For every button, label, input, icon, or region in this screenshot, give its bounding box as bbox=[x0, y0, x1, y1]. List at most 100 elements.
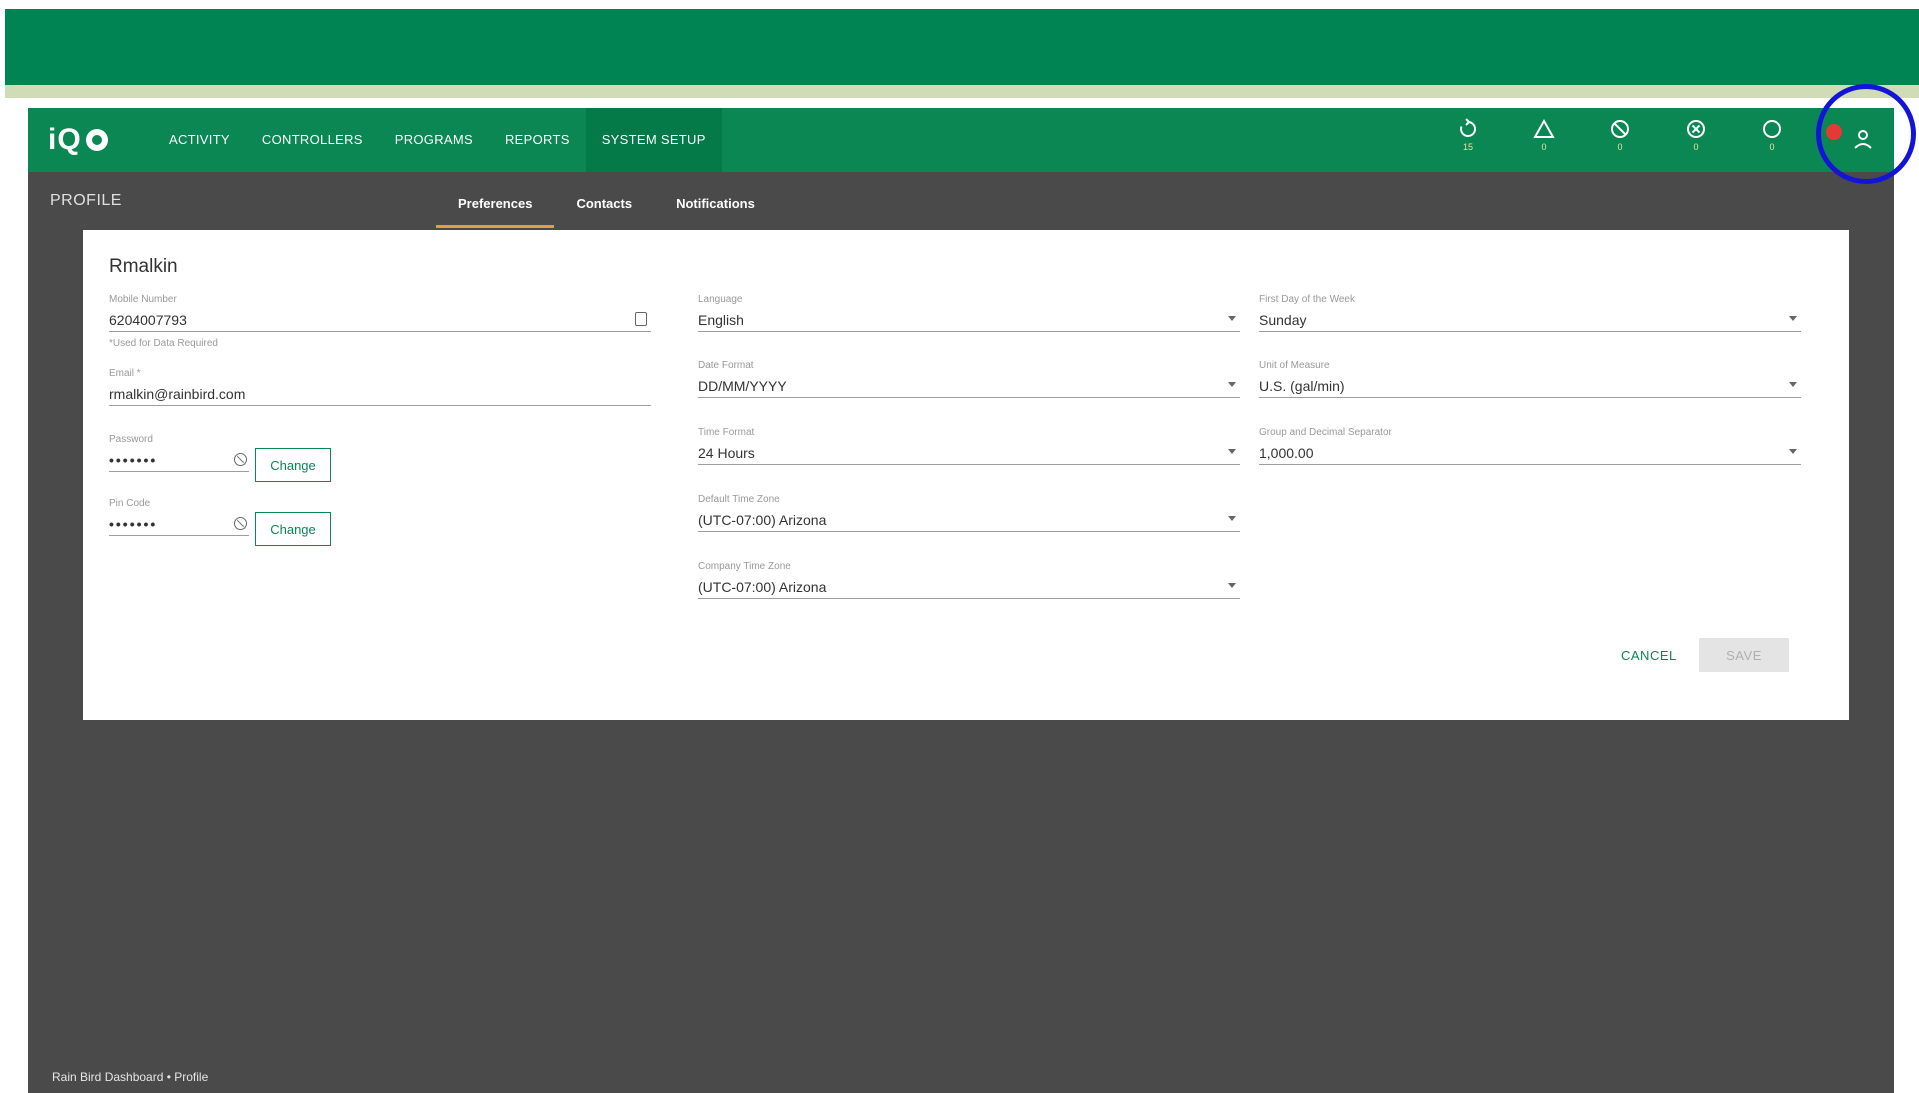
date-format-dropdown[interactable]: DD/MM/YYYY bbox=[698, 374, 1240, 398]
pin-code-value: ••••••• bbox=[109, 516, 158, 532]
email-field[interactable]: Email * rmalkin@rainbird.com bbox=[109, 368, 651, 406]
app-window: iQ ACTIVITY CONTROLLERS PROGRAMS REPORTS… bbox=[28, 84, 1916, 1093]
offline-icon bbox=[1763, 120, 1781, 138]
unit-of-measure-dropdown[interactable]: U.S. (gal/min) bbox=[1259, 374, 1801, 398]
first-day-of-week-label: First Day of the Week bbox=[1259, 294, 1355, 305]
separator-dropdown[interactable]: 1,000.00 bbox=[1259, 441, 1801, 465]
menu-controllers[interactable]: CONTROLLERS bbox=[246, 108, 379, 172]
language-value: English bbox=[698, 312, 744, 328]
slide-title-banner bbox=[5, 9, 1919, 85]
mobile-number-field[interactable]: Mobile Number 6204007793 *Used for Data … bbox=[109, 294, 651, 349]
separator-select[interactable]: Group and Decimal Separator 1,000.00 bbox=[1259, 427, 1801, 465]
default-time-zone-value: (UTC-07:00) Arizona bbox=[698, 512, 827, 528]
offline-count: 0 bbox=[1769, 142, 1775, 152]
change-pin-button[interactable]: Change bbox=[255, 512, 331, 546]
company-time-zone-value: (UTC-07:00) Arizona bbox=[698, 579, 827, 595]
default-time-zone-label: Default Time Zone bbox=[698, 494, 780, 505]
save-button[interactable]: SAVE bbox=[1699, 638, 1789, 672]
status-sync[interactable]: 15 bbox=[1430, 118, 1506, 162]
date-format-select[interactable]: Date Format DD/MM/YYYY bbox=[698, 360, 1240, 398]
password-input[interactable]: ••••••• bbox=[109, 448, 249, 472]
tab-notifications[interactable]: Notifications bbox=[654, 172, 777, 228]
menu-system-setup[interactable]: SYSTEM SETUP bbox=[585, 108, 722, 172]
warning-count: 0 bbox=[1541, 142, 1547, 152]
first-day-of-week-dropdown[interactable]: Sunday bbox=[1259, 308, 1801, 332]
iq-logo[interactable]: iQ bbox=[48, 123, 108, 156]
blocked-count: 0 bbox=[1617, 142, 1623, 152]
logo-text: iQ bbox=[48, 123, 82, 156]
time-format-select[interactable]: Time Format 24 Hours bbox=[698, 427, 1240, 465]
language-label: Language bbox=[698, 294, 743, 305]
default-time-zone-dropdown[interactable]: (UTC-07:00) Arizona bbox=[698, 508, 1240, 532]
company-time-zone-dropdown[interactable]: (UTC-07:00) Arizona bbox=[698, 575, 1240, 599]
chevron-down-icon bbox=[1228, 449, 1236, 454]
status-blocked[interactable]: 0 bbox=[1582, 118, 1658, 162]
cancel-button[interactable]: CANCEL bbox=[1621, 648, 1677, 663]
sync-count: 15 bbox=[1462, 142, 1473, 152]
slide-accent-stripe bbox=[5, 85, 1919, 98]
chevron-down-icon bbox=[1228, 316, 1236, 321]
warning-icon bbox=[1533, 118, 1555, 138]
time-format-dropdown[interactable]: 24 Hours bbox=[698, 441, 1240, 465]
unit-of-measure-select[interactable]: Unit of Measure U.S. (gal/min) bbox=[1259, 360, 1801, 398]
chevron-down-icon bbox=[1789, 316, 1797, 321]
pin-code-field[interactable]: Pin Code ••••••• bbox=[109, 498, 249, 536]
chevron-down-icon bbox=[1228, 583, 1236, 588]
time-format-label: Time Format bbox=[698, 427, 755, 438]
unit-of-measure-label: Unit of Measure bbox=[1259, 360, 1330, 371]
mobile-number-input[interactable]: 6204007793 bbox=[109, 308, 651, 332]
page-title: PROFILE bbox=[50, 192, 122, 209]
date-format-label: Date Format bbox=[698, 360, 754, 371]
mobile-number-label: Mobile Number bbox=[109, 294, 177, 305]
mobile-number-hint: *Used for Data Required bbox=[109, 338, 218, 349]
default-time-zone-select[interactable]: Default Time Zone (UTC-07:00) Arizona bbox=[698, 494, 1240, 532]
error-icon bbox=[1687, 120, 1705, 138]
language-select[interactable]: Language English bbox=[698, 294, 1240, 332]
time-format-value: 24 Hours bbox=[698, 445, 755, 461]
email-input[interactable]: rmalkin@rainbird.com bbox=[109, 382, 651, 406]
menu-activity[interactable]: ACTIVITY bbox=[153, 108, 246, 172]
sync-icon bbox=[1460, 118, 1477, 137]
password-label: Password bbox=[109, 434, 153, 445]
pin-code-input[interactable]: ••••••• bbox=[109, 512, 249, 536]
company-time-zone-label: Company Time Zone bbox=[698, 561, 791, 572]
email-value: rmalkin@rainbird.com bbox=[109, 386, 246, 402]
first-day-of-week-value: Sunday bbox=[1259, 312, 1307, 328]
status-warning[interactable]: 0 bbox=[1506, 118, 1582, 162]
chevron-down-icon bbox=[1789, 382, 1797, 387]
email-label: Email * bbox=[109, 368, 141, 379]
mobile-number-value: 6204007793 bbox=[109, 312, 187, 328]
main-menu: ACTIVITY CONTROLLERS PROGRAMS REPORTS SY… bbox=[153, 108, 722, 172]
error-count: 0 bbox=[1693, 142, 1699, 152]
logo-mark-icon bbox=[85, 129, 108, 151]
change-password-button[interactable]: Change bbox=[255, 448, 331, 482]
copy-icon[interactable] bbox=[635, 312, 647, 326]
blocked-icon bbox=[1611, 120, 1629, 138]
chevron-down-icon bbox=[1228, 382, 1236, 387]
menu-programs[interactable]: PROGRAMS bbox=[379, 108, 489, 172]
pin-code-label: Pin Code bbox=[109, 498, 151, 509]
visibility-toggle-icon[interactable] bbox=[234, 453, 247, 466]
profile-tabs: Preferences Contacts Notifications bbox=[436, 172, 777, 228]
tab-contacts[interactable]: Contacts bbox=[554, 172, 654, 228]
status-indicators: 15 0 0 0 0 bbox=[1430, 118, 1810, 162]
tab-preferences[interactable]: Preferences bbox=[436, 172, 555, 228]
separator-value: 1,000.00 bbox=[1259, 445, 1314, 461]
visibility-toggle-icon[interactable] bbox=[234, 517, 247, 530]
date-format-value: DD/MM/YYYY bbox=[698, 378, 787, 394]
password-field[interactable]: Password ••••••• bbox=[109, 434, 249, 472]
breadcrumb-footer: Rain Bird Dashboard • Profile bbox=[52, 1070, 209, 1084]
password-value: ••••••• bbox=[109, 452, 158, 468]
menu-reports[interactable]: REPORTS bbox=[489, 108, 586, 172]
status-offline[interactable]: 0 bbox=[1734, 118, 1810, 162]
first-day-of-week-select[interactable]: First Day of the Week Sunday bbox=[1259, 294, 1801, 332]
company-time-zone-select[interactable]: Company Time Zone (UTC-07:00) Arizona bbox=[698, 561, 1240, 599]
unit-of-measure-value: U.S. (gal/min) bbox=[1259, 378, 1345, 394]
language-dropdown[interactable]: English bbox=[698, 308, 1240, 332]
chevron-down-icon bbox=[1789, 449, 1797, 454]
chevron-down-icon bbox=[1228, 516, 1236, 521]
top-navigation-bar: iQ ACTIVITY CONTROLLERS PROGRAMS REPORTS… bbox=[28, 84, 1916, 184]
profile-card: Rmalkin Mobile Number 6204007793 *Used f… bbox=[83, 230, 1849, 720]
status-error[interactable]: 0 bbox=[1658, 118, 1734, 162]
highlight-annotation-circle bbox=[1816, 84, 1916, 184]
